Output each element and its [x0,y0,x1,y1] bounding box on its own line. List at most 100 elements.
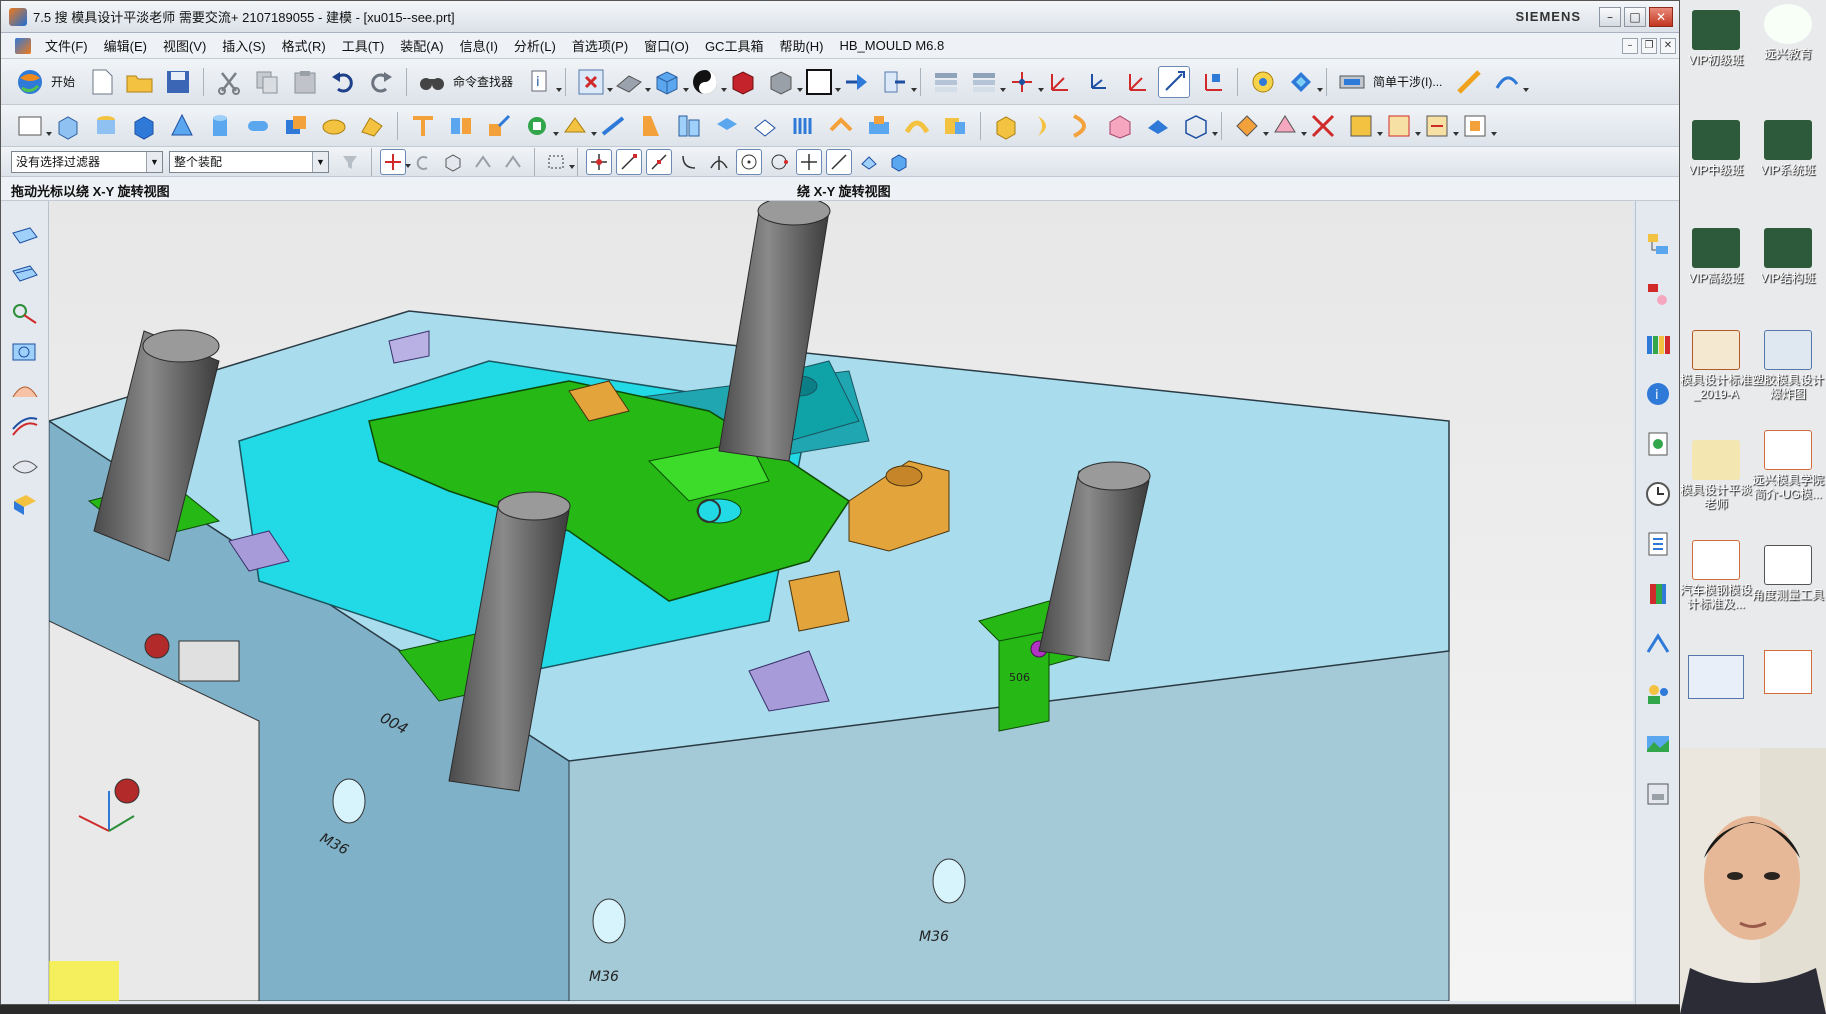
wcs-icon[interactable] [1006,66,1045,98]
menu-window[interactable]: 窗口(O) [636,36,697,55]
thicken-icon[interactable] [749,110,781,142]
doc-minimize-button[interactable]: – [1622,37,1638,54]
doc-close-button[interactable]: ✕ [1660,37,1676,54]
shaded-cube-icon[interactable] [651,66,690,98]
desktop-icon-vip-structure[interactable]: VIP结构班 [1752,228,1824,285]
block-icon[interactable] [128,110,160,142]
visualization-icon[interactable] [1642,728,1674,760]
snap-quadrant-icon[interactable] [766,149,792,175]
revolve-icon[interactable] [90,110,122,142]
command-finder-label[interactable]: 命令查找器 [453,73,513,90]
desktop-icon-vip-intermediate[interactable]: VIP中级班 [1680,120,1752,177]
desktop-icon-academy-intro[interactable]: 远兴模具学院简介-UG模... [1752,430,1824,501]
menu-analysis[interactable]: 分析(L) [506,36,564,55]
snap-bounded-icon[interactable] [886,149,912,175]
snap-on-curve-icon[interactable] [826,148,852,175]
tube-icon[interactable] [242,110,274,142]
maximize-button[interactable]: □ [1624,6,1646,27]
moon-curve-icon[interactable] [1028,110,1060,142]
desktop-icon-yuanxing[interactable]: 远兴教育 [1752,4,1824,61]
menu-format[interactable]: 格式(R) [274,36,334,55]
process-studio-icon[interactable] [1642,628,1674,660]
mold-tool-6-icon[interactable] [1421,110,1459,142]
constraint-navigator-icon[interactable] [1642,278,1674,310]
system-materials-icon[interactable] [1642,528,1674,560]
new-file-icon[interactable] [86,66,118,98]
desktop-icon-mold-standard[interactable]: 模具设计标准_2019-A [1680,330,1752,401]
display-mode-icon[interactable] [1285,66,1324,98]
menu-file[interactable]: 文件(F) [37,36,96,55]
ruled-icon[interactable] [1142,110,1174,142]
ribbed-icon[interactable] [787,110,819,142]
through-curves-icon[interactable] [1104,110,1136,142]
shell-icon[interactable] [318,110,350,142]
minimize-button[interactable]: – [1599,6,1621,27]
mold-assembly-model[interactable]: M36 M36 M36 004 506 [49,201,1633,1001]
wcs-orient-icon[interactable] [1158,65,1191,98]
boolean-icon[interactable] [280,110,312,142]
desktop-icon-thumbnail-2[interactable] [1764,650,1812,694]
desktop-icon-thumbnail-1[interactable] [1688,655,1744,699]
surface-tool-3-icon[interactable] [9,298,41,330]
snap-existing-icon[interactable] [796,148,822,175]
menu-view[interactable]: 视图(V) [155,36,214,55]
layer-visible-icon[interactable] [968,66,1007,98]
surface-tool-4-icon[interactable] [9,336,41,368]
snap-mid-icon[interactable] [646,148,672,175]
deviation-icon[interactable] [1491,66,1530,98]
desktop-icon-angle-tool[interactable]: 角度测量工具 [1752,545,1824,602]
layer-settings-icon[interactable] [930,66,962,98]
redo-icon[interactable] [365,66,397,98]
menu-edit[interactable]: 编辑(E) [96,36,155,55]
menu-information[interactable]: 信息(I) [452,36,506,55]
surface-tool-1-icon[interactable] [9,222,41,254]
rectangle-select-icon[interactable] [543,149,575,175]
desktop-icon-teacher[interactable]: 模具设计平淡老师 [1680,440,1752,511]
undo-selection-icon[interactable] [410,149,436,175]
surface-tool-2-icon[interactable] [9,260,41,292]
part-navigator-icon[interactable] [1642,328,1674,360]
patch-icon[interactable] [939,110,971,142]
draft-icon[interactable] [635,110,667,142]
paste-icon[interactable] [289,66,321,98]
wcs-dynamic-icon[interactable] [1044,66,1076,98]
save-icon[interactable] [162,66,194,98]
sketch-icon[interactable] [14,110,52,142]
simple-interference-label[interactable]: 简单干涉(I)... [1373,73,1442,90]
emboss-icon[interactable] [863,110,895,142]
wcs-set-icon[interactable] [1196,66,1228,98]
split-body-icon[interactable] [673,110,705,142]
feature-select-icon[interactable] [470,149,496,175]
mold-tool-5-icon[interactable] [1383,110,1421,142]
desktop-icon-vip-system[interactable]: VIP系统班 [1752,120,1824,177]
mold-tool-1-icon[interactable] [1231,110,1269,142]
reset-filter-icon[interactable] [337,149,363,175]
desktop-icon-auto-mold-standard[interactable]: 汽车模钢模设计标准及... [1680,540,1752,611]
snap-on-face-icon[interactable] [856,149,882,175]
surface-tool-6-icon[interactable] [9,412,41,444]
snap-end-icon[interactable] [616,148,642,175]
mold-tool-3-icon[interactable] [1307,110,1339,142]
pad-icon[interactable] [990,110,1022,142]
snap-center-icon[interactable] [736,148,762,175]
palette-colors-icon[interactable] [1642,578,1674,610]
desktop-icon-vip-beginner[interactable]: VIP初级班 [1680,10,1752,67]
copy-icon[interactable] [251,66,283,98]
mold-tool-7-icon[interactable] [1459,110,1497,142]
assembly-navigator-icon[interactable] [1642,228,1674,260]
wrap-icon[interactable] [825,110,857,142]
measure-icon[interactable] [1453,66,1485,98]
background-icon[interactable] [689,66,728,98]
desktop-icon-vip-advanced[interactable]: VIP高级班 [1680,228,1752,285]
graphics-window[interactable]: M36 M36 M36 004 506 [49,201,1633,1001]
simple-interference-icon[interactable] [1336,66,1368,98]
roles-icon[interactable] [1642,678,1674,710]
wireframe-cube-icon[interactable] [1180,110,1218,142]
undo-icon[interactable] [327,66,359,98]
view-orient-icon[interactable] [613,66,652,98]
surface-tool-5-icon[interactable] [9,374,41,406]
menu-gc-toolkit[interactable]: GC工具箱 [697,36,772,55]
body-select-icon[interactable] [440,149,466,175]
wcs-rotate-icon[interactable] [1120,66,1152,98]
assembly-constraint-icon[interactable] [879,66,918,98]
